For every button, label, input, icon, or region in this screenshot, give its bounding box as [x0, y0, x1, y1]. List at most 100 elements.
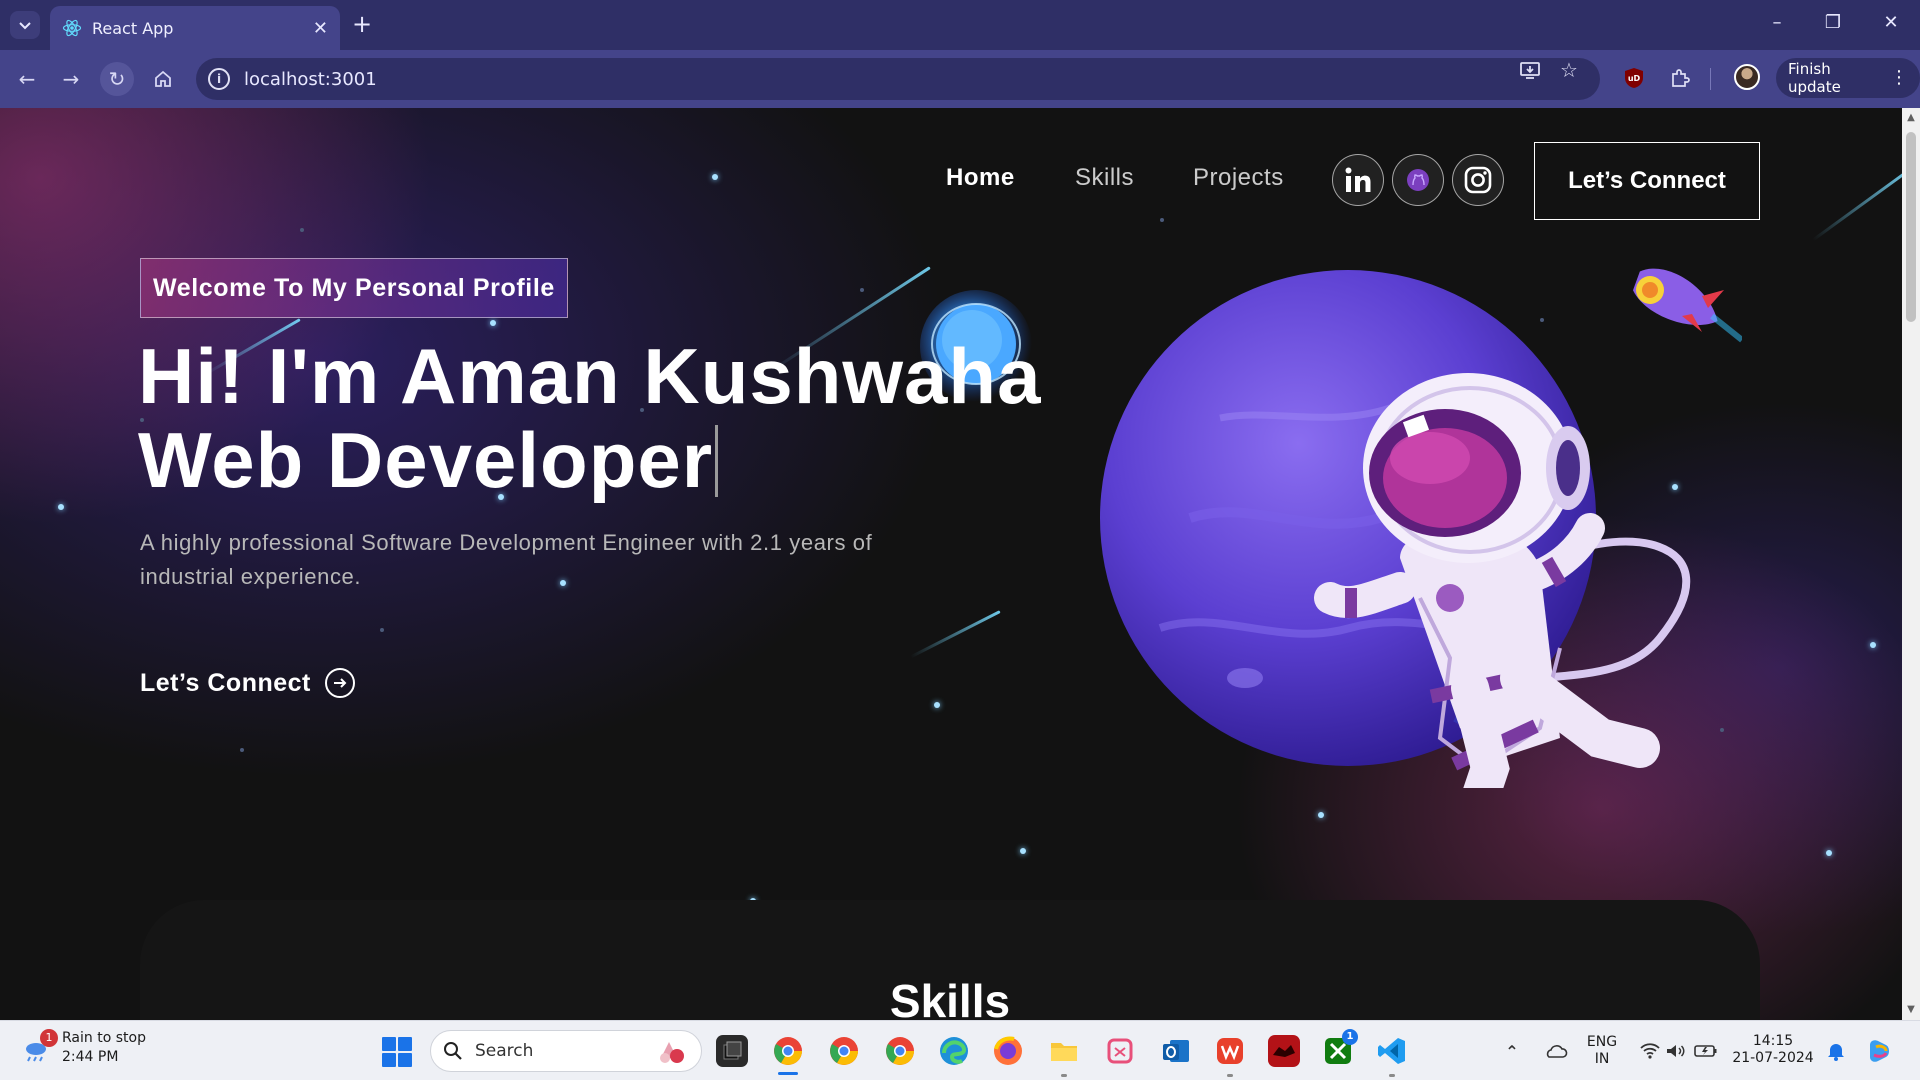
finish-update-button[interactable]: Finish update ⋮ [1776, 58, 1920, 98]
github-icon [1407, 169, 1429, 191]
minimize-icon: – [1772, 12, 1782, 33]
tab-close-icon[interactable]: ✕ [313, 18, 328, 39]
nav-link-home[interactable]: Home [946, 164, 1015, 192]
hero-title-line-2: Web Developer [138, 418, 1041, 502]
astronaut-planet-illustration [1100, 270, 1691, 788]
url-text[interactable]: localhost:3001 [244, 69, 377, 90]
language-code: ENG [1586, 1034, 1618, 1050]
browser-toolbar: ← → ↻ i localhost:3001 ☆ uD Finish updat… [0, 50, 1920, 108]
search-highlight-icon [660, 1042, 684, 1063]
site-header: Home Skills Projects Let’s Connect [0, 108, 1902, 228]
copilot-icon[interactable] [1864, 1035, 1896, 1067]
star [240, 748, 244, 752]
minimize-button[interactable]: – [1762, 12, 1792, 33]
typing-cursor [715, 425, 719, 497]
wps-office-icon[interactable] [1214, 1035, 1246, 1067]
language-indicator[interactable]: ENG IN [1584, 1034, 1620, 1068]
edge-icon[interactable] [938, 1035, 970, 1067]
home-icon [155, 70, 171, 87]
info-icon[interactable]: i [208, 68, 230, 90]
install-app-icon[interactable] [1518, 58, 1542, 87]
tab-search-button[interactable] [10, 11, 40, 39]
forward-arrow-icon: → [62, 67, 80, 91]
scroll-down-arrow-icon[interactable]: ▼ [1902, 1004, 1920, 1015]
hero-connect-label: Let’s Connect [140, 668, 311, 697]
chrome-icon[interactable] [884, 1035, 916, 1067]
star [300, 228, 304, 232]
chrome-icon[interactable] [828, 1035, 860, 1067]
nav-link-projects[interactable]: Projects [1193, 164, 1284, 192]
volume-icon[interactable] [1660, 1035, 1692, 1067]
scroll-up-arrow-icon[interactable]: ▲ [1902, 112, 1920, 123]
chrome-icon[interactable] [772, 1035, 804, 1067]
page-scrollbar[interactable]: ▲ ▼ [1902, 108, 1920, 1020]
bookmark-star-icon[interactable]: ☆ [1560, 58, 1578, 82]
instagram-link[interactable] [1452, 154, 1504, 206]
snipping-tool-icon[interactable] [1104, 1035, 1136, 1067]
start-button[interactable] [382, 1037, 412, 1067]
weather-widget[interactable]: 1 Rain to stop 2:44 PM [22, 1029, 146, 1067]
rain-cloud-icon: 1 [22, 1029, 58, 1063]
kebab-menu-icon: ⋮ [1890, 67, 1908, 88]
back-button[interactable]: ← [10, 62, 44, 96]
outlook-icon[interactable] [1160, 1035, 1192, 1067]
svg-text:uD: uD [1628, 74, 1641, 83]
show-hidden-icons-chevron-up-icon[interactable]: ⌃ [1496, 1035, 1528, 1067]
restore-button[interactable]: ❐ [1818, 12, 1848, 33]
file-explorer-icon[interactable] [1048, 1035, 1080, 1067]
star [380, 628, 384, 632]
github-link[interactable] [1392, 154, 1444, 206]
linkedin-link[interactable] [1332, 154, 1384, 206]
close-window-button[interactable]: ✕ [1876, 12, 1906, 33]
clock-time: 14:15 [1752, 1033, 1794, 1049]
xbox-icon[interactable]: 1 [1322, 1029, 1358, 1067]
search-placeholder: Search [475, 1041, 534, 1061]
react-logo-icon [62, 19, 82, 37]
search-icon [444, 1042, 462, 1060]
nav-link-skills[interactable]: Skills [1075, 164, 1134, 192]
star [58, 504, 64, 510]
ublock-extension-icon[interactable]: uD [1622, 66, 1646, 90]
running-app-dot [1389, 1074, 1395, 1077]
reload-button[interactable]: ↻ [100, 62, 134, 96]
vscode-icon[interactable] [1376, 1035, 1408, 1067]
restore-icon: ❐ [1824, 12, 1842, 33]
task-view-icon[interactable] [716, 1035, 748, 1067]
system-clock[interactable]: 14:15 21-07-2024 [1730, 1033, 1816, 1067]
new-tab-button[interactable]: + [352, 10, 372, 38]
puzzle-icon[interactable] [1668, 66, 1692, 90]
forward-button[interactable]: → [54, 62, 88, 96]
home-button[interactable] [146, 62, 180, 96]
battery-charging-icon[interactable] [1690, 1035, 1722, 1067]
linkedin-icon [1345, 167, 1371, 192]
weather-title: Rain to stop [62, 1030, 146, 1046]
chevron-down-icon [19, 22, 31, 30]
browser-tab-active[interactable]: React App ✕ [50, 6, 340, 50]
star [934, 702, 940, 708]
page-viewport: Home Skills Projects Let’s Connect Welco… [0, 108, 1902, 1020]
xbox-badge: 1 [1342, 1029, 1358, 1045]
notification-bell-icon[interactable] [1820, 1035, 1852, 1067]
meteor-streak [910, 610, 1001, 659]
reload-icon: ↻ [108, 67, 126, 91]
address-bar[interactable]: i localhost:3001 [196, 58, 1600, 100]
scrollbar-thumb[interactable] [1906, 132, 1916, 322]
hero-description: A highly professional Software Developme… [140, 530, 873, 589]
arrow-right-circle-icon [324, 668, 355, 698]
weather-alert-badge: 1 [40, 1029, 58, 1047]
running-app-dot [1061, 1074, 1067, 1077]
profile-avatar[interactable] [1734, 64, 1760, 90]
firefox-icon[interactable] [992, 1035, 1024, 1067]
skills-section: Skills [140, 900, 1760, 1020]
weather-time: 2:44 PM [62, 1049, 119, 1065]
lets-connect-button[interactable]: Let’s Connect [1534, 142, 1760, 220]
onedrive-sync-icon[interactable] [1540, 1035, 1572, 1067]
skills-heading: Skills [889, 975, 1011, 1020]
plus-icon: + [352, 10, 373, 38]
star [860, 288, 864, 292]
close-icon: ✕ [1883, 12, 1899, 33]
windows-logo-icon [382, 1037, 396, 1051]
red-app-icon[interactable] [1268, 1035, 1300, 1067]
taskbar-search-box[interactable]: Search [430, 1030, 702, 1072]
hero-connect-link[interactable]: Let’s Connect [140, 668, 355, 698]
